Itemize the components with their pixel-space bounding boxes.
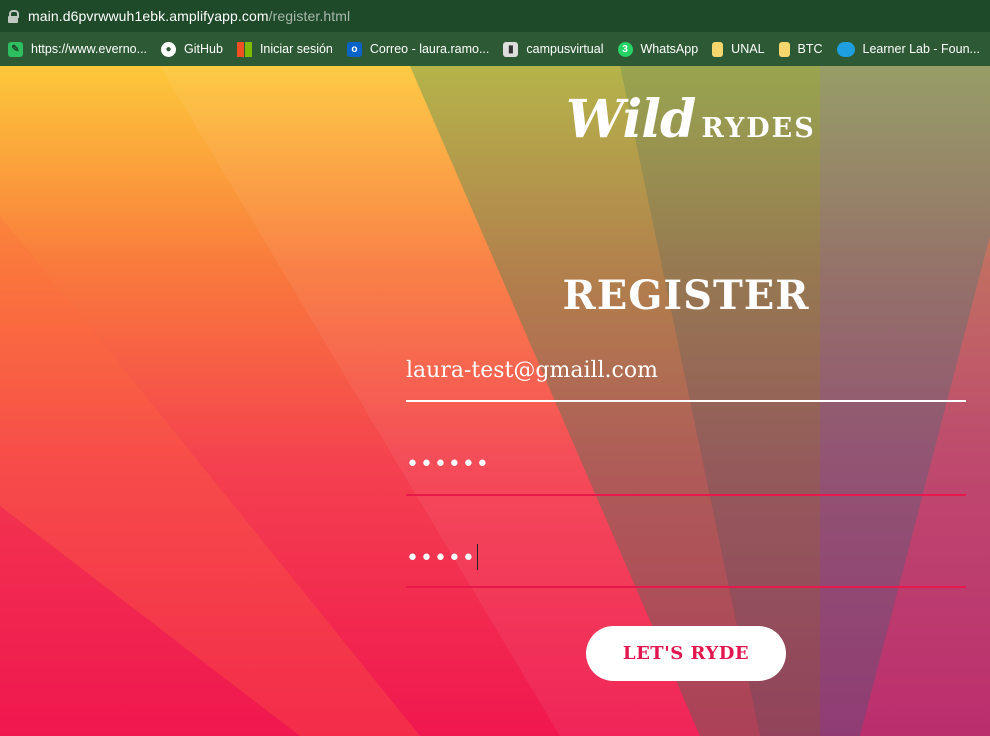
confirm-password-value: ••••• — [406, 546, 476, 571]
logo-wild-text: Wild — [566, 89, 696, 150]
password-value: •••••• — [406, 452, 490, 477]
campusvirtual-icon: ▮ — [503, 41, 519, 57]
url-text[interactable]: main.d6pvrwwuh1ebk.amplifyapp.com/regist… — [28, 8, 350, 24]
bookmark-evernote[interactable]: ✎ https://www.everno... — [8, 41, 148, 57]
text-cursor — [476, 544, 478, 570]
bookmark-whatsapp[interactable]: 3 WhatsApp — [617, 41, 699, 57]
register-page: Wild RYDES REGISTER laura-test@gmaill.co… — [0, 66, 990, 736]
folder-icon — [778, 41, 790, 57]
bookmark-label: Learner Lab - Foun... — [862, 42, 980, 56]
bookmark-label: Iniciar sesión — [259, 42, 333, 56]
bookmark-label: https://www.everno... — [31, 42, 148, 56]
url-host: main.d6pvrwwuh1ebk.amplifyapp.com — [28, 8, 269, 24]
bookmarks-bar: ✎ https://www.everno... ● GitHub Iniciar… — [0, 32, 990, 66]
microsoft-icon — [236, 41, 252, 57]
bookmark-unal[interactable]: UNAL — [712, 41, 765, 57]
bookmark-label: UNAL — [731, 42, 765, 56]
bookmark-label: WhatsApp — [640, 42, 699, 56]
page-title: REGISTER — [562, 272, 810, 319]
bookmark-learner-lab[interactable]: Learner Lab - Foun... — [836, 41, 980, 57]
bookmark-correo[interactable]: o Correo - laura.ramo... — [346, 41, 490, 57]
bookmark-label: GitHub — [184, 42, 223, 56]
password-field[interactable]: •••••• — [406, 452, 966, 496]
address-bar[interactable]: main.d6pvrwwuh1ebk.amplifyapp.com/regist… — [0, 0, 990, 32]
lock-icon[interactable] — [8, 9, 19, 23]
salesforce-cloud-icon — [836, 41, 855, 57]
github-icon: ● — [161, 41, 177, 57]
url-path: /register.html — [268, 8, 351, 24]
bookmark-btc[interactable]: BTC — [778, 41, 823, 57]
wild-rydes-logo: Wild RYDES — [566, 94, 816, 146]
bookmark-label: Correo - laura.ramo... — [369, 42, 490, 56]
bookmark-github[interactable]: ● GitHub — [161, 41, 223, 57]
logo-rydes-text: RYDES — [701, 113, 816, 144]
bookmark-campusvirtual[interactable]: ▮ campusvirtual — [503, 41, 604, 57]
email-value: laura-test@gmaill.com — [406, 358, 658, 383]
bookmark-iniciar-sesion[interactable]: Iniciar sesión — [236, 41, 333, 57]
confirm-password-field[interactable]: ••••• — [406, 544, 966, 588]
evernote-icon: ✎ — [8, 41, 23, 57]
lets-ryde-button[interactable]: LET'S RYDE — [586, 626, 786, 681]
email-field[interactable]: laura-test@gmaill.com — [406, 358, 966, 402]
whatsapp-icon: 3 — [617, 41, 633, 57]
folder-icon — [712, 41, 724, 57]
outlook-icon: o — [346, 41, 362, 57]
bookmark-label: BTC — [797, 42, 823, 56]
bookmark-label: campusvirtual — [526, 42, 604, 56]
